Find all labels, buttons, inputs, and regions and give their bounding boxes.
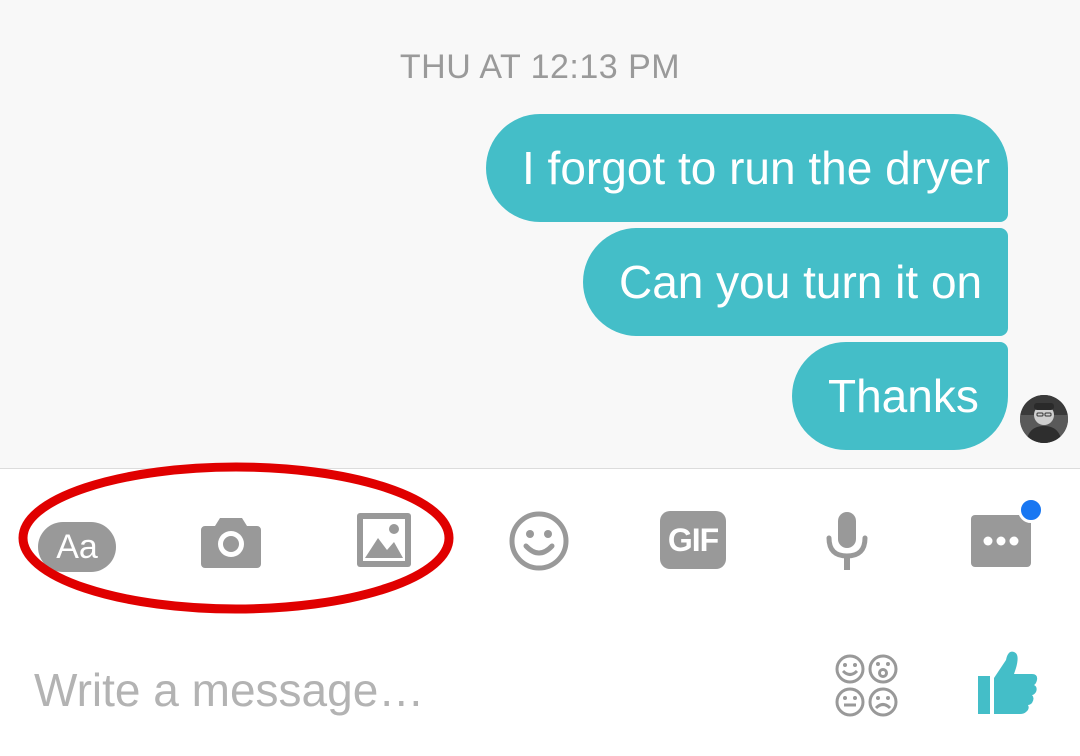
notification-badge xyxy=(1018,497,1044,523)
reactions-icon xyxy=(835,654,898,717)
message-text: Can you turn it on xyxy=(619,256,983,308)
gif-button[interactable]: GIF xyxy=(660,511,726,569)
composer-bar xyxy=(0,620,1080,756)
avatar-photo xyxy=(1020,395,1068,443)
emoji-icon xyxy=(509,511,569,571)
message-bubble[interactable]: Can you turn it on xyxy=(583,228,1008,336)
read-receipt-avatar xyxy=(1020,395,1068,443)
thumbs-up-icon xyxy=(978,651,1038,714)
voice-button[interactable] xyxy=(824,510,870,572)
conversation-area: THU AT 12:13 PM I forgot to run the drye… xyxy=(0,0,1080,469)
gif-icon: GIF xyxy=(667,522,719,558)
like-button[interactable] xyxy=(976,648,1040,716)
message-timestamp: THU AT 12:13 PM xyxy=(399,48,681,86)
message-text: Thanks xyxy=(828,370,979,422)
message-input[interactable] xyxy=(34,660,794,720)
emoji-button[interactable] xyxy=(508,510,570,572)
reactions-button[interactable] xyxy=(834,654,900,718)
message-bubble[interactable]: Thanks xyxy=(792,342,1008,450)
highlight-annotation xyxy=(18,462,454,614)
more-button[interactable] xyxy=(970,514,1032,568)
microphone-icon xyxy=(826,512,868,570)
message-text: I forgot to run the dryer xyxy=(522,142,990,194)
message-bubble[interactable]: I forgot to run the dryer xyxy=(486,114,1008,222)
more-icon xyxy=(971,515,1031,567)
